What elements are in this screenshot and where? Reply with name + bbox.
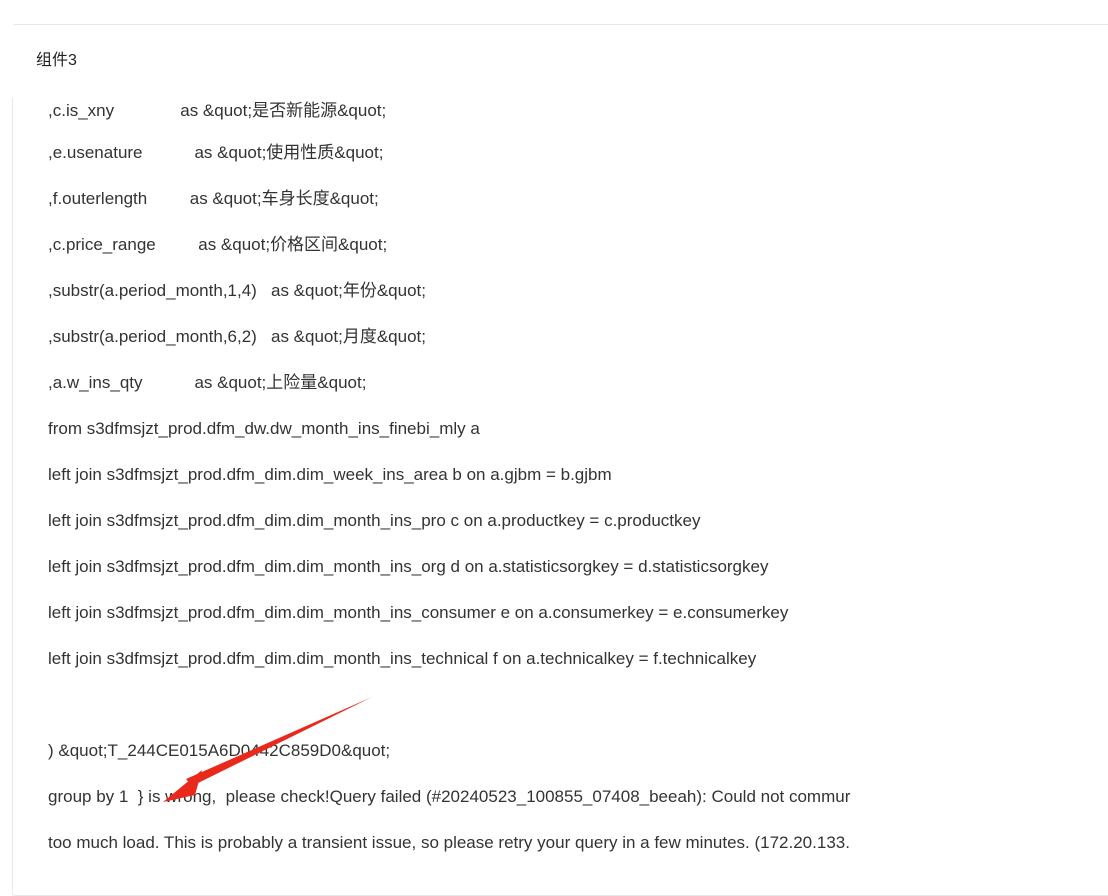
code-line: from s3dfmsjzt_prod.dfm_dw.dw_month_ins_… (48, 419, 480, 438)
code-line: ,c.price_range as &quot;价格区间&quot; (48, 235, 388, 254)
code-line: ,e.usenature as &quot;使用性质&quot; (48, 143, 384, 162)
code-line: ,f.outerlength as &quot;车身长度&quot; (48, 189, 379, 208)
code-line: ,substr(a.period_month,1,4) as &quot;年份&… (48, 281, 426, 300)
code-line: ,c.is_xny as &quot;是否新能源&quot; (48, 101, 387, 120)
code-line: left join s3dfmsjzt_prod.dfm_dim.dim_mon… (48, 557, 769, 576)
code-line: left join s3dfmsjzt_prod.dfm_dim.dim_mon… (48, 603, 789, 622)
code-line: too much load. This is probably a transi… (48, 833, 850, 852)
code-line: ,a.w_ins_qty as &quot;上险量&quot; (48, 373, 367, 392)
error-message-body: ,c.is_xny as &quot;是否新能源&quot; ,e.usenat… (48, 99, 1108, 895)
component-panel: ,c.is_xny as &quot;是否新能源&quot; ,e.usenat… (12, 24, 1108, 896)
code-line: group by 1 } is wrong, please check!Quer… (48, 787, 851, 806)
code-line: left join s3dfmsjzt_prod.dfm_dim.dim_mon… (48, 511, 701, 530)
panel-title: 组件3 (36, 52, 77, 69)
code-line: left join s3dfmsjzt_prod.dfm_dim.dim_mon… (48, 649, 757, 668)
top-strip (0, 0, 1108, 24)
code-line: ) &quot;T_244CE015A6D0442C859D0&quot; (48, 741, 391, 760)
code-line: ,substr(a.period_month,6,2) as &quot;月度&… (48, 327, 426, 346)
panel-header: 组件3 (12, 25, 1108, 98)
code-line: left join s3dfmsjzt_prod.dfm_dim.dim_wee… (48, 465, 612, 484)
